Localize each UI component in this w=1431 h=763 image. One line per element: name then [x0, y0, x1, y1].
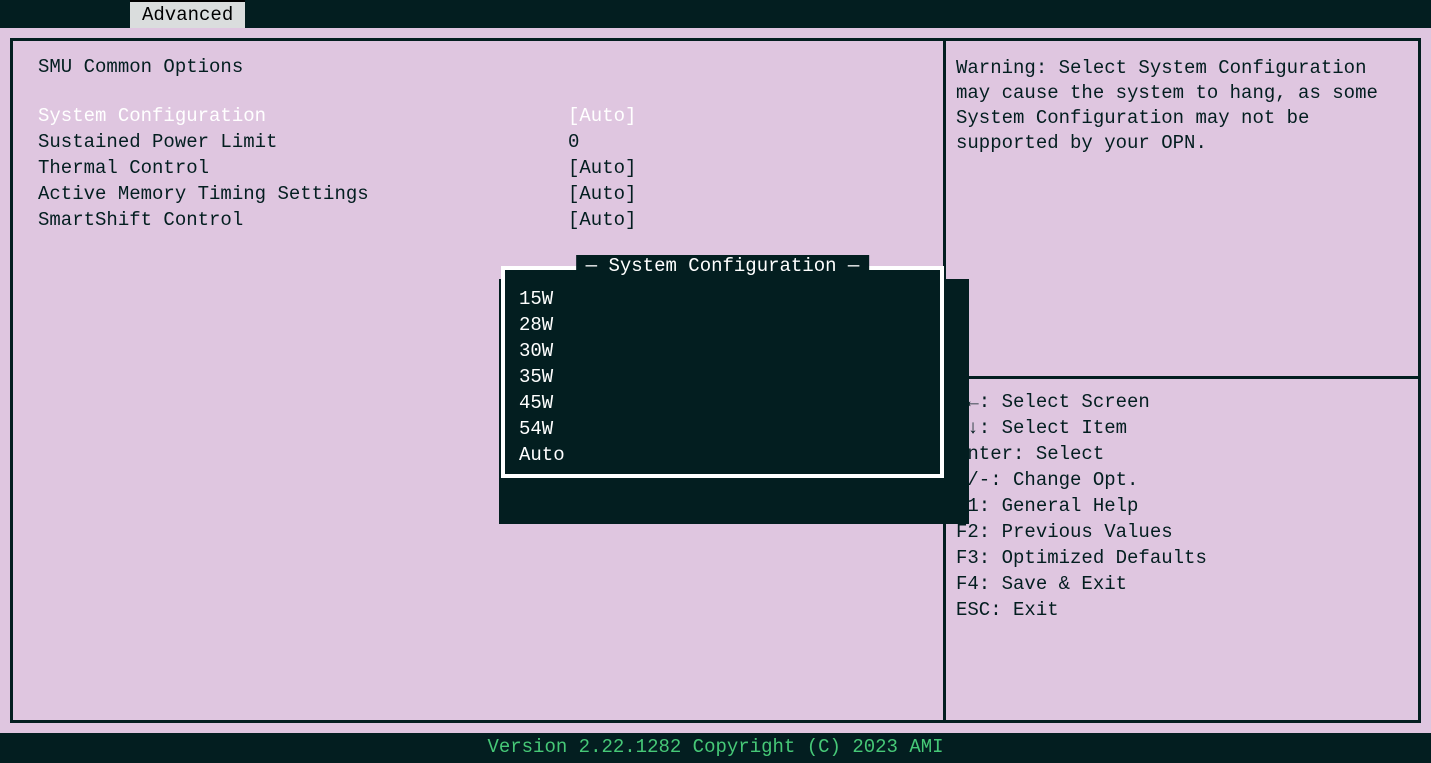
setting-row[interactable]: Thermal Control[Auto]	[38, 155, 918, 181]
hint-row: Enter: Select	[956, 441, 1408, 467]
key-hints: →←: Select Screen↑↓: Select ItemEnter: S…	[946, 379, 1418, 633]
popup-option[interactable]: 54W	[519, 416, 926, 442]
hint-row: ESC: Exit	[956, 597, 1408, 623]
tab-advanced[interactable]: Advanced	[130, 0, 245, 28]
section-title: SMU Common Options	[38, 56, 918, 78]
hint-action: Select	[1036, 441, 1104, 467]
setting-row[interactable]: Sustained Power Limit0	[38, 129, 918, 155]
hint-row: F2: Previous Values	[956, 519, 1408, 545]
setting-value: [Auto]	[568, 181, 918, 207]
popup-option[interactable]: 30W	[519, 338, 926, 364]
setting-value: 0	[568, 129, 918, 155]
popup-option[interactable]: 35W	[519, 364, 926, 390]
hint-row: F1: General Help	[956, 493, 1408, 519]
popup-option[interactable]: Auto	[519, 442, 926, 468]
setting-label: System Configuration	[38, 103, 568, 129]
setting-label: Thermal Control	[38, 155, 568, 181]
main-area: SMU Common Options System Configuration[…	[0, 28, 1431, 733]
hint-action: Exit	[1013, 597, 1059, 623]
hint-row: F3: Optimized Defaults	[956, 545, 1408, 571]
popup-option[interactable]: 15W	[519, 286, 926, 312]
hint-row: →←: Select Screen	[956, 389, 1408, 415]
hint-key: F4:	[956, 571, 1002, 597]
hint-row: +/-: Change Opt.	[956, 467, 1408, 493]
popup-options: 15W28W30W35W45W54WAuto	[519, 286, 926, 468]
setting-row[interactable]: SmartShift Control[Auto]	[38, 207, 918, 233]
popup-system-configuration: System Configuration 15W28W30W35W45W54WA…	[501, 266, 944, 478]
setting-label: Sustained Power Limit	[38, 129, 568, 155]
setting-value: [Auto]	[568, 207, 918, 233]
hint-key: F3:	[956, 545, 1002, 571]
footer: Version 2.22.1282 Copyright (C) 2023 AMI	[0, 733, 1431, 763]
settings-list: System Configuration[Auto]Sustained Powe…	[38, 103, 918, 233]
setting-row[interactable]: System Configuration[Auto]	[38, 103, 918, 129]
hint-action: Change Opt.	[1013, 467, 1138, 493]
right-panel: Warning: Select System Configuration may…	[943, 41, 1418, 720]
setting-row[interactable]: Active Memory Timing Settings[Auto]	[38, 181, 918, 207]
hint-action: General Help	[1002, 493, 1139, 519]
hint-action: Select Screen	[1002, 389, 1150, 415]
setting-value: [Auto]	[568, 155, 918, 181]
hint-row: F4: Save & Exit	[956, 571, 1408, 597]
hint-row: ↑↓: Select Item	[956, 415, 1408, 441]
hint-action: Select Item	[1002, 415, 1127, 441]
popup-option[interactable]: 28W	[519, 312, 926, 338]
hint-action: Optimized Defaults	[1002, 545, 1207, 571]
setting-label: Active Memory Timing Settings	[38, 181, 568, 207]
hint-key: ESC:	[956, 597, 1013, 623]
popup-option[interactable]: 45W	[519, 390, 926, 416]
hint-action: Save & Exit	[1002, 571, 1127, 597]
help-text: Warning: Select System Configuration may…	[946, 41, 1418, 376]
popup-title: System Configuration	[576, 255, 870, 277]
top-bar: Advanced	[0, 0, 1431, 28]
outer-border: SMU Common Options System Configuration[…	[10, 38, 1421, 723]
setting-value: [Auto]	[568, 103, 918, 129]
hint-action: Previous Values	[1002, 519, 1173, 545]
setting-label: SmartShift Control	[38, 207, 568, 233]
